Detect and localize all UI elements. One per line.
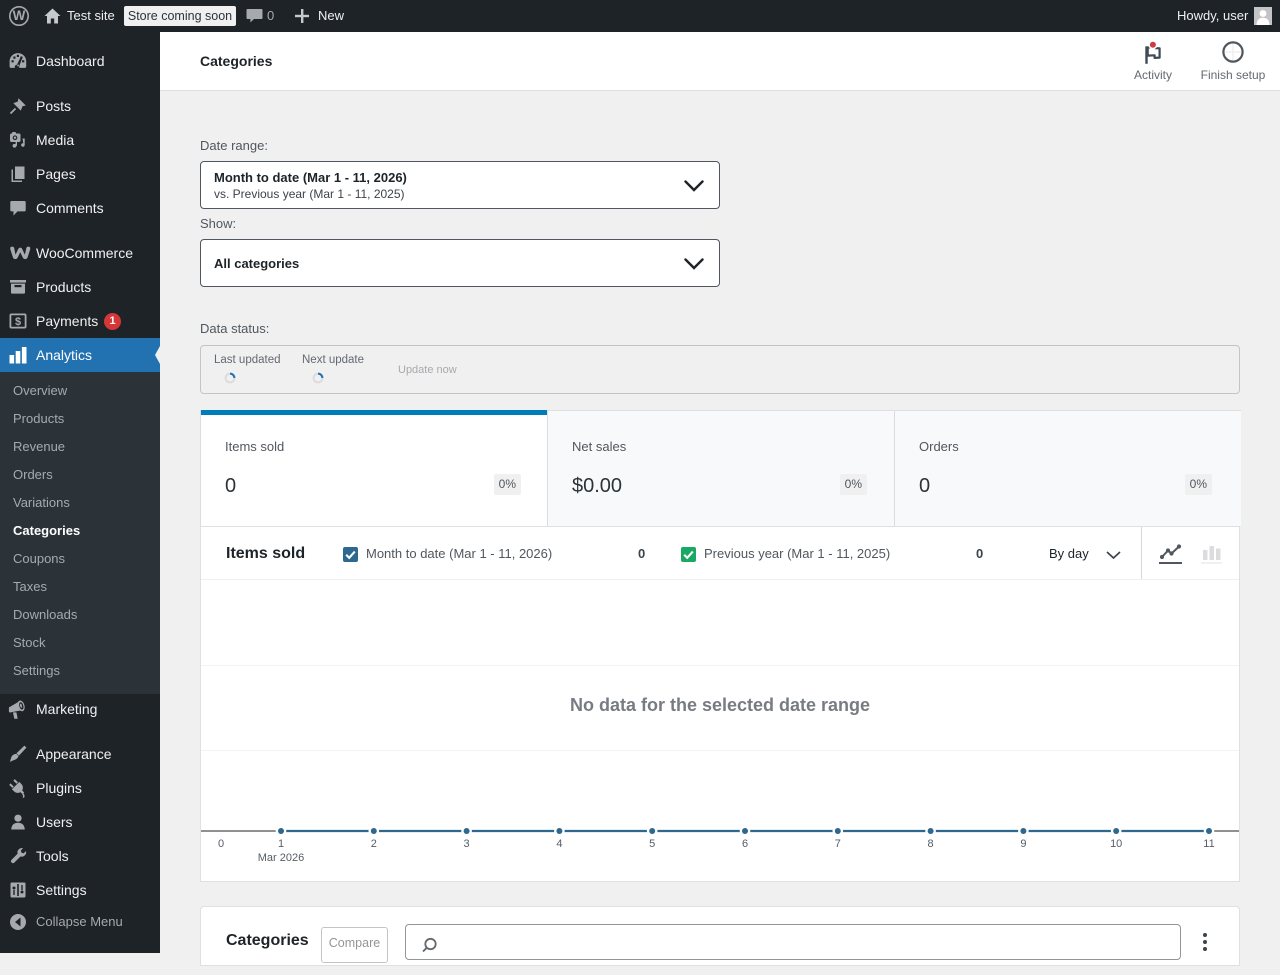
svg-text:W: W bbox=[13, 8, 26, 23]
svg-text:$: $ bbox=[15, 316, 21, 328]
